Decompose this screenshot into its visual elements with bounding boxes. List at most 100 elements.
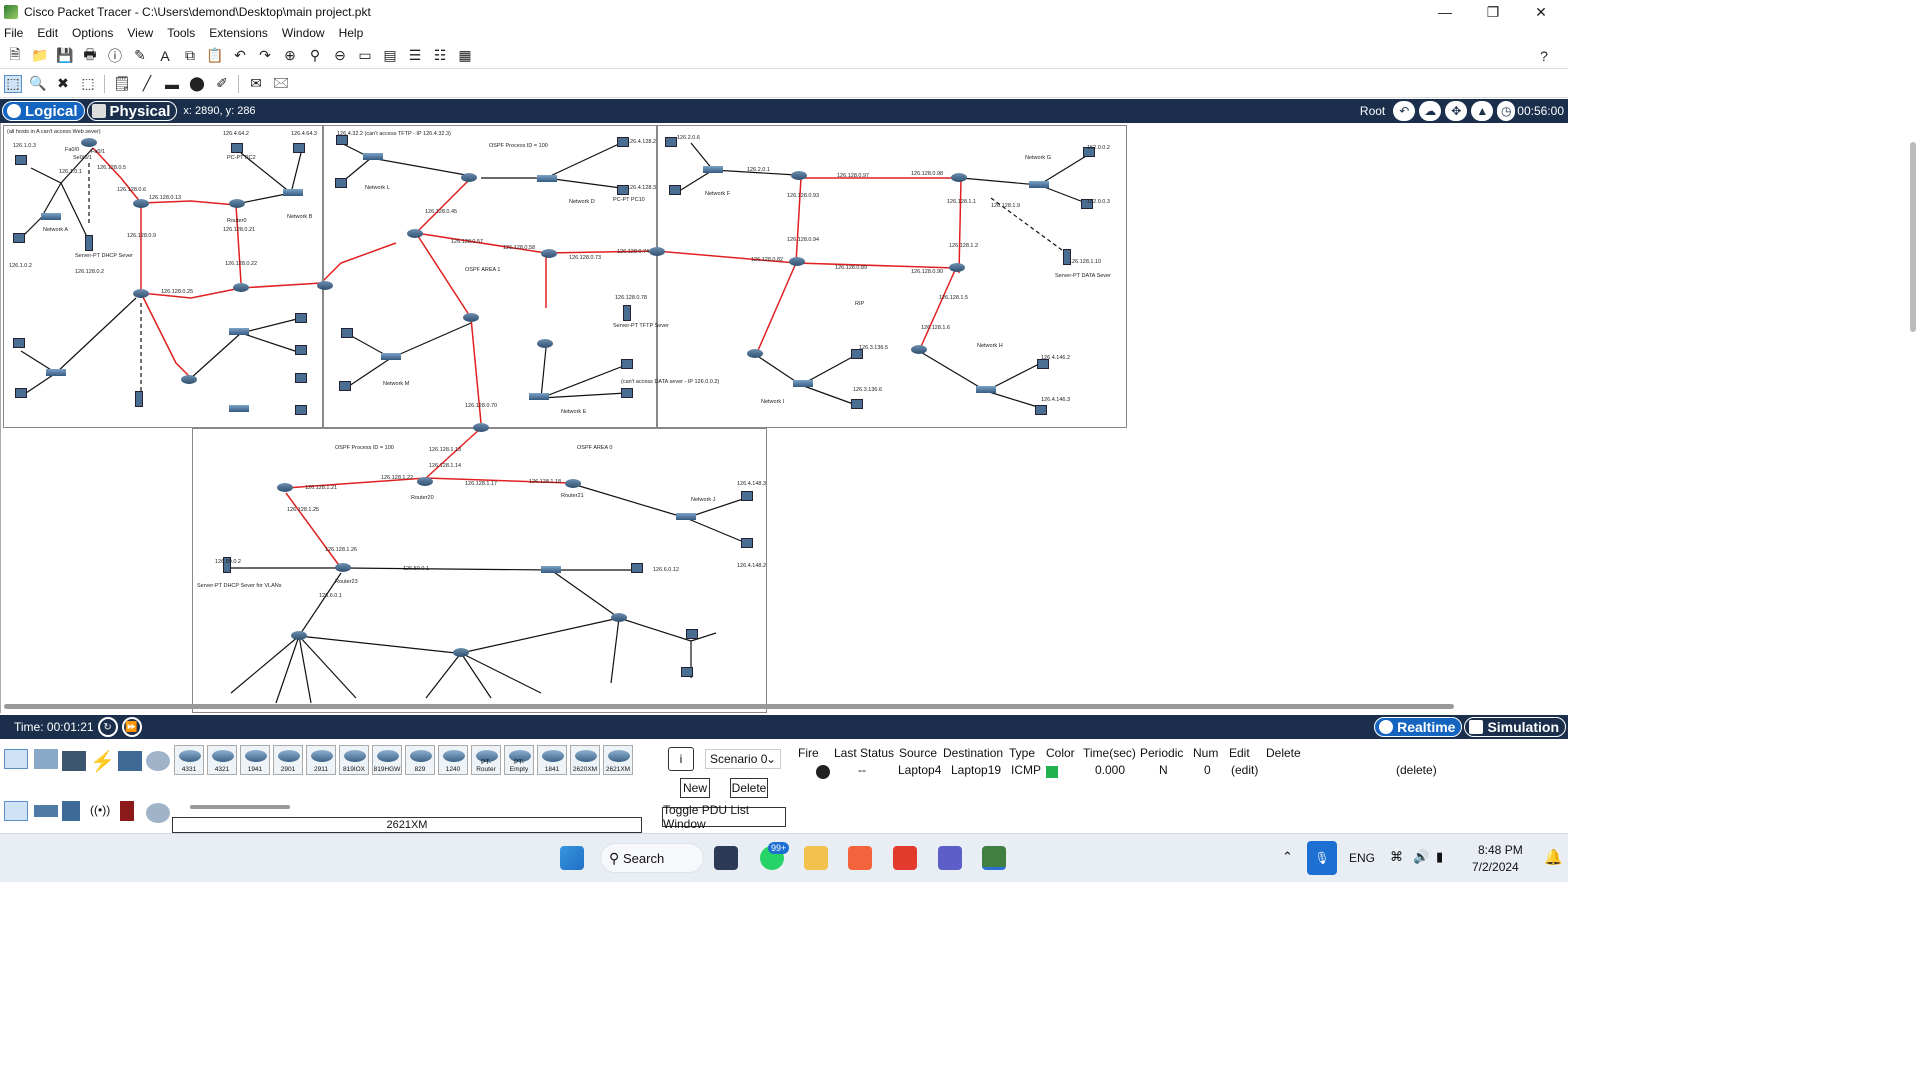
- pc-device[interactable]: [341, 328, 353, 338]
- microphone-icon[interactable]: 🎙: [1307, 841, 1337, 875]
- zoom-reset-icon[interactable]: ⚲: [306, 47, 324, 65]
- file-explorer-icon[interactable]: [804, 846, 828, 870]
- minimize-button[interactable]: —: [1422, 0, 1468, 24]
- model-list-scrollbar[interactable]: [190, 805, 290, 809]
- connections-category-icon[interactable]: ⚡: [90, 749, 115, 773]
- new-file-icon[interactable]: 🗎: [6, 46, 24, 65]
- server-device[interactable]: [85, 235, 93, 251]
- routers-subcategory-icon[interactable]: [4, 801, 28, 821]
- router-device[interactable]: [335, 563, 351, 572]
- router-device[interactable]: [229, 199, 245, 208]
- pc-device[interactable]: [851, 399, 863, 409]
- inspect-icon[interactable]: 🔍: [29, 75, 47, 93]
- laptop-device[interactable]: [13, 338, 25, 348]
- multilayer-switch-device[interactable]: [291, 631, 307, 640]
- router-device[interactable]: [317, 281, 333, 290]
- model-2620xm[interactable]: 2620XM: [570, 745, 600, 775]
- menu-options[interactable]: Options: [72, 26, 113, 40]
- router-device[interactable]: [463, 313, 479, 322]
- menu-file[interactable]: File: [4, 26, 23, 40]
- menu-window[interactable]: Window: [282, 26, 325, 40]
- laptop-device[interactable]: [741, 491, 753, 501]
- pc-device[interactable]: [621, 388, 633, 398]
- teams-icon[interactable]: [938, 846, 962, 870]
- switch-device[interactable]: [381, 353, 401, 360]
- router-device[interactable]: [565, 479, 581, 488]
- miscellaneous-category-icon[interactable]: [118, 751, 142, 771]
- pc-device[interactable]: [295, 373, 307, 383]
- freeform-icon[interactable]: ✐: [213, 75, 231, 93]
- power-cycle-icon[interactable]: ↻: [97, 717, 118, 737]
- wifi-icon[interactable]: ⌘: [1390, 849, 1403, 865]
- switch-device[interactable]: [46, 369, 66, 376]
- server-device[interactable]: [135, 391, 143, 407]
- fast-forward-icon[interactable]: ⏩: [121, 717, 142, 737]
- pc-device[interactable]: [669, 185, 681, 195]
- task-view-icon[interactable]: [714, 846, 738, 870]
- new-scenario-button[interactable]: New: [680, 778, 710, 798]
- model-pt-router[interactable]: PT-Router: [471, 745, 501, 775]
- clock-date[interactable]: 7/2/2024: [1472, 860, 1519, 874]
- model-4331[interactable]: 4331: [174, 745, 204, 775]
- switches-subcategory-icon[interactable]: [34, 805, 58, 817]
- custom-device-icon[interactable]: ▤: [381, 47, 399, 65]
- pc-device[interactable]: [741, 538, 753, 548]
- screenshot-icon[interactable]: ▦: [456, 47, 474, 65]
- taskbar-search[interactable]: ⚲ Search: [600, 843, 704, 873]
- notes-icon[interactable]: ☰: [406, 47, 424, 65]
- router-device[interactable]: [181, 375, 197, 384]
- switch-device[interactable]: [1029, 181, 1049, 188]
- switch-device[interactable]: [976, 386, 996, 393]
- hubs-subcategory-icon[interactable]: [62, 801, 80, 821]
- logical-workspace[interactable]: (all hosts in A can't access Web sever) …: [0, 123, 1568, 713]
- switch-device[interactable]: [229, 328, 249, 335]
- switch-device[interactable]: [529, 393, 549, 400]
- model-1240[interactable]: 1240: [438, 745, 468, 775]
- clock-time[interactable]: 8:48 PM: [1478, 843, 1523, 857]
- laptop-device[interactable]: [621, 359, 633, 369]
- laptop-device[interactable]: [681, 667, 693, 677]
- simulation-button[interactable]: Simulation: [1464, 717, 1566, 737]
- logical-tab[interactable]: Logical: [2, 101, 85, 121]
- laptop-device[interactable]: [665, 137, 677, 147]
- router-device[interactable]: [277, 483, 293, 492]
- components-category-icon[interactable]: [62, 751, 86, 771]
- pc-device[interactable]: [295, 405, 307, 415]
- router-device[interactable]: [911, 345, 927, 354]
- router-device[interactable]: [407, 229, 423, 238]
- multilayer-switch-device[interactable]: [453, 648, 469, 657]
- menu-edit[interactable]: Edit: [37, 26, 58, 40]
- router-device[interactable]: [789, 257, 805, 266]
- copy-icon[interactable]: ⧉: [181, 47, 199, 65]
- router-device[interactable]: [747, 349, 763, 358]
- router-device[interactable]: [461, 173, 477, 182]
- laptop-device[interactable]: [15, 155, 27, 165]
- add-complex-pdu-icon[interactable]: 🖂: [272, 74, 290, 93]
- pdu-edit-link[interactable]: (edit): [1231, 763, 1258, 777]
- resize-icon[interactable]: ⬚: [79, 75, 97, 93]
- switch-device[interactable]: [229, 405, 249, 412]
- close-button[interactable]: ✕: [1518, 0, 1564, 24]
- acrobat-icon[interactable]: [893, 846, 917, 870]
- wireless-subcategory-icon[interactable]: ((•)): [90, 803, 114, 823]
- router-device[interactable]: [949, 263, 965, 272]
- chevron-up-icon[interactable]: ⌃: [1282, 849, 1293, 865]
- info-icon[interactable]: i: [668, 747, 694, 771]
- stack-icon[interactable]: ☷: [431, 47, 449, 65]
- menu-help[interactable]: Help: [339, 26, 364, 40]
- server-device[interactable]: [623, 305, 631, 321]
- packet-tracer-taskbar-icon[interactable]: [982, 846, 1006, 870]
- drawing-palette-icon[interactable]: ▭: [356, 47, 374, 65]
- battery-icon[interactable]: ▮: [1436, 849, 1443, 865]
- pc-device[interactable]: [13, 233, 25, 243]
- model-2621xm[interactable]: 2621XM: [603, 745, 633, 775]
- security-subcategory-icon[interactable]: [120, 801, 134, 821]
- select-icon[interactable]: ⬚: [4, 74, 22, 93]
- physical-tab[interactable]: Physical: [86, 101, 178, 121]
- ellipse-icon[interactable]: ⬤: [188, 75, 206, 93]
- delete-icon[interactable]: ✖: [54, 75, 72, 93]
- toggle-pdu-list-button[interactable]: Toggle PDU List Window: [662, 803, 786, 831]
- horizontal-scrollbar[interactable]: [4, 704, 1454, 709]
- model-819hgw[interactable]: 819HGW: [372, 745, 402, 775]
- router-device[interactable]: [133, 199, 149, 208]
